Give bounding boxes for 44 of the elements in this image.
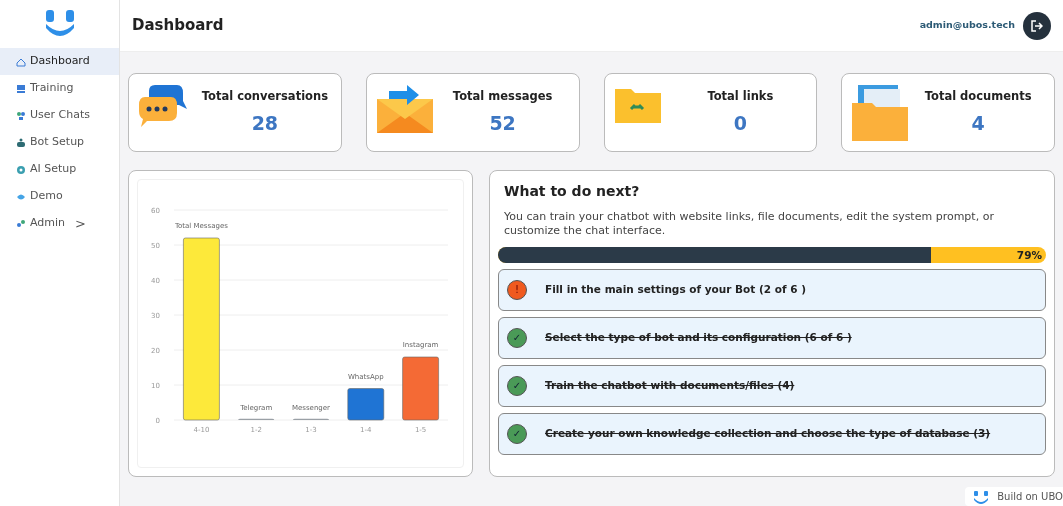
sidebar-item[interactable]: AI Setup — [0, 156, 119, 183]
task-label: Select the type of bot and its configuration (6 of 6 ) — [545, 329, 852, 345]
stat-value: 0 — [733, 110, 747, 136]
home-icon — [16, 56, 26, 67]
page-title: Dashboard — [132, 15, 224, 37]
sidebar-item[interactable]: Bot Setup — [0, 129, 119, 156]
task-label: Create your own knowledge collection and choose the type of database (3) — [545, 425, 991, 441]
stat-label: Total documents — [924, 87, 1032, 105]
sidebar-item[interactable]: User Chats — [0, 102, 119, 129]
sidebar-item[interactable]: Dashboard — [0, 48, 119, 75]
stat-label: Total links — [707, 87, 774, 105]
stat-label: Total conversations — [201, 87, 328, 105]
task-item[interactable]: ✓ Create your own knowledge collection and choose the type of database (3) — [498, 412, 1046, 455]
section-title: What to do next? — [503, 182, 641, 201]
footer-badge: Build on UBO — [965, 487, 1063, 506]
task-item[interactable]: ! Fill in the main settings of your Bot (2 of 6 ) — [498, 268, 1046, 311]
stat-label: Total messages — [452, 87, 553, 105]
progress-reading: 79% — [1016, 247, 1042, 263]
description-text: You can train your chatbot with website links, file documents, edit the system prompt, or customize the chat interface. — [503, 210, 995, 239]
stat-value: 28 — [251, 110, 279, 136]
warning-icon: ! — [507, 279, 527, 300]
check-icon: ✓ — [507, 375, 527, 396]
monitor-icon — [16, 83, 26, 94]
check-icon: ✓ — [507, 327, 527, 348]
bar — [347, 388, 385, 421]
user-email: admin@ubos.tech — [919, 18, 1015, 33]
stat-value: 4 — [971, 110, 985, 136]
stat-value: 52 — [489, 110, 516, 136]
logout-icon — [1031, 19, 1043, 32]
sidebar-item[interactable]: Demo — [0, 183, 119, 210]
sidebar-item[interactable]: Admin > — [0, 210, 119, 237]
folder-documents-icon — [850, 82, 911, 143]
check-icon: ✓ — [507, 423, 527, 444]
task-item[interactable]: ✓ Train the chatbot with documents/files (4) — [498, 364, 1046, 407]
task-item[interactable]: ✓ Select the type of bot and its configuration (6 of 6 ) — [498, 316, 1046, 359]
logout-button[interactable] — [1023, 11, 1051, 40]
users-icon — [16, 110, 26, 121]
bar — [402, 356, 439, 421]
logo-icon — [973, 489, 990, 504]
sidebar-item[interactable]: Training — [0, 75, 119, 102]
gear-icon — [16, 164, 26, 175]
robot-icon — [16, 137, 26, 148]
task-label: Fill in the main settings of your Bot (2 of 6 ) — [545, 281, 806, 297]
task-label: Train the chatbot with documents/files (4) — [545, 377, 795, 393]
